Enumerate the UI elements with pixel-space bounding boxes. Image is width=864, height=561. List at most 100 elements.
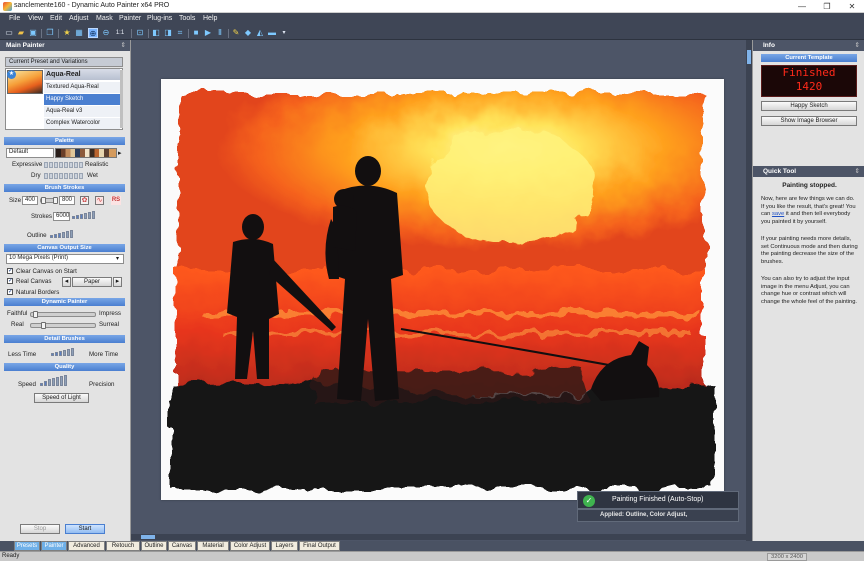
fit-icon[interactable]: ⊡	[135, 28, 145, 38]
dry-wet-slider[interactable]	[44, 173, 83, 179]
tab-color-adjust[interactable]: Color Adjust	[230, 541, 270, 551]
image-icon[interactable]: ▦	[74, 28, 84, 38]
zoom-out-icon[interactable]: ⊖	[101, 28, 111, 38]
stroke-curve-icon[interactable]: ∿	[95, 196, 104, 205]
brush-shape-icon[interactable]: ✿	[80, 196, 89, 205]
tab-canvas[interactable]: Canvas	[168, 541, 196, 551]
expressive-label: Expressive	[12, 161, 43, 168]
stop-icon[interactable]: ■	[191, 28, 201, 38]
new-file-icon[interactable]: ▭	[4, 28, 14, 38]
show-image-browser-button[interactable]: Show Image Browser	[761, 116, 857, 126]
tab-material[interactable]: Material	[197, 541, 229, 551]
palette-select[interactable]: Default	[6, 148, 54, 158]
save-link[interactable]: save	[772, 211, 784, 217]
save-icon[interactable]: ▣	[28, 28, 38, 38]
pin-icon[interactable]: ⇕	[121, 40, 126, 51]
size-range-slider[interactable]	[40, 197, 58, 204]
brush-icon[interactable]: ✎	[231, 28, 241, 38]
paper-prev-button[interactable]: ◂	[62, 277, 71, 287]
minimize-button[interactable]: —	[790, 0, 814, 13]
variation-item[interactable]: Aqua-Real v3	[44, 106, 120, 117]
size-max-field[interactable]: 800	[59, 196, 75, 205]
natural-borders-checkbox[interactable]: ✓	[7, 289, 13, 295]
open-folder-icon[interactable]: ▰	[16, 28, 26, 38]
preset-name[interactable]: Aqua-Real	[44, 69, 120, 80]
size-min-field[interactable]: 400	[22, 196, 38, 205]
crop-icon[interactable]: ⌗	[175, 28, 185, 38]
tab-painter[interactable]: Painter	[41, 541, 67, 551]
variation-item[interactable]: Textured Aqua-Real	[44, 82, 120, 93]
tab-final-output[interactable]: Final Output	[299, 541, 340, 551]
pin-icon[interactable]: ⇕	[855, 40, 860, 51]
clear-canvas-checkbox[interactable]: ✓	[7, 268, 13, 274]
menu-file[interactable]: File	[9, 15, 20, 22]
detail-level[interactable]	[51, 348, 74, 356]
slider-knob[interactable]	[41, 322, 46, 329]
quality-level[interactable]	[40, 375, 67, 386]
template-name-button[interactable]: Happy Sketch	[761, 101, 857, 111]
menu-mask[interactable]: Mask	[96, 15, 113, 22]
menu-tools[interactable]: Tools	[179, 15, 195, 22]
palette-arrow-icon[interactable]: ▸	[118, 149, 122, 157]
outline-level[interactable]	[50, 230, 73, 238]
slider-knob[interactable]	[41, 197, 46, 204]
strokes-level[interactable]	[72, 211, 95, 219]
restore-button[interactable]: ❐	[815, 0, 839, 13]
expressive-realistic-slider[interactable]	[44, 162, 83, 168]
preset-list-scrollbar[interactable]	[120, 70, 123, 128]
variation-item-selected[interactable]: Happy Sketch	[44, 94, 120, 105]
tab-advanced[interactable]: Advanced	[68, 541, 105, 551]
app-icon	[3, 2, 12, 11]
toolbar-more-icon[interactable]: ▾	[279, 28, 289, 38]
menu-painter[interactable]: Painter	[119, 15, 141, 22]
zoom-in-icon[interactable]: ⊕	[88, 28, 98, 38]
window-title: sanclemente160 - Dynamic Auto Painter x6…	[14, 2, 170, 9]
tab-layers[interactable]: Layers	[271, 541, 298, 551]
menu-help[interactable]: Help	[203, 15, 217, 22]
paper-next-button[interactable]: ▸	[113, 277, 122, 287]
painting-canvas[interactable]	[161, 79, 724, 500]
close-button[interactable]: ✕	[840, 0, 864, 13]
info-icon[interactable]: ★	[7, 70, 16, 79]
mask-icon[interactable]: ◭	[255, 28, 265, 38]
before-icon[interactable]: ◧	[151, 28, 161, 38]
wet-label: Wet	[87, 172, 98, 179]
rs-button[interactable]: RS	[111, 196, 121, 205]
scroll-thumb[interactable]	[141, 535, 155, 539]
speed-of-light-button[interactable]: Speed of Light	[34, 393, 89, 403]
preset-variations-list[interactable]: ★ Aqua-Real Textured Aqua-Real Happy Ske…	[5, 68, 123, 130]
tab-outline[interactable]: Outline	[141, 541, 167, 551]
menu-view[interactable]: View	[28, 15, 43, 22]
pin-icon[interactable]: ⇕	[855, 166, 860, 177]
menu-adjust[interactable]: Adjust	[69, 15, 88, 22]
eraser-icon[interactable]: ◆	[243, 28, 253, 38]
copy-icon[interactable]: ❐	[45, 28, 55, 38]
slider-knob[interactable]	[33, 311, 38, 318]
info-title: Info	[763, 42, 775, 49]
palette-swatches[interactable]	[55, 148, 117, 158]
menu-plugins[interactable]: Plug-ins	[147, 15, 172, 22]
play-icon[interactable]: ▶	[203, 28, 213, 38]
horizontal-scrollbar[interactable]	[131, 534, 746, 540]
faithful-label: Faithful	[7, 310, 28, 317]
start-button[interactable]: Start	[65, 524, 105, 534]
canvas-size-select[interactable]: 10 Mega Pixels (Print)	[6, 254, 124, 264]
scroll-thumb[interactable]	[747, 50, 751, 64]
tab-retouch[interactable]: Retouch	[106, 541, 140, 551]
stop-button[interactable]: Stop	[20, 524, 60, 534]
strokes-field[interactable]: 6000	[53, 212, 70, 221]
tab-presets[interactable]: Presets	[14, 541, 40, 551]
real-surreal-slider[interactable]	[30, 322, 96, 329]
pause-icon[interactable]: Ⅱ	[215, 28, 225, 38]
after-icon[interactable]: ◨	[163, 28, 173, 38]
faithful-impress-slider[interactable]	[30, 311, 96, 318]
paper-select[interactable]: Paper	[72, 277, 112, 287]
layer-icon[interactable]: ▬	[267, 28, 277, 38]
slider-knob[interactable]	[53, 197, 58, 204]
zoom-ratio-label[interactable]: 1:1	[113, 28, 127, 38]
menu-edit[interactable]: Edit	[50, 15, 62, 22]
real-canvas-checkbox[interactable]: ✓	[7, 278, 13, 284]
variation-item[interactable]: Complex Watercolor	[44, 118, 120, 129]
star-icon[interactable]: ★	[62, 28, 72, 38]
dropdown-arrow-icon[interactable]: ▾	[116, 255, 119, 262]
